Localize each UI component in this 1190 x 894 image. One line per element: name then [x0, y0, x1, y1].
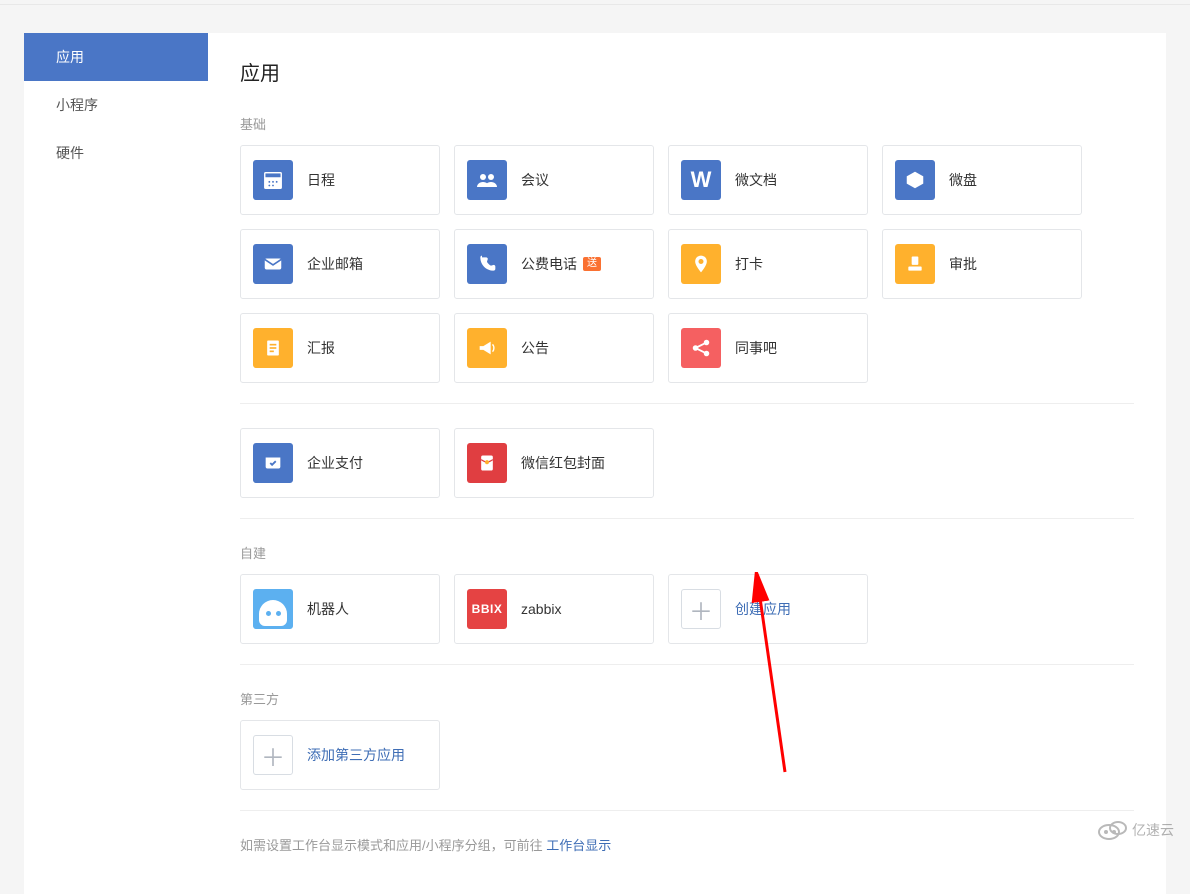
approval-icon — [895, 244, 935, 284]
app-report[interactable]: 汇报 — [240, 313, 440, 383]
workbench-display-link[interactable]: 工作台显示 — [546, 838, 611, 853]
phone-icon — [467, 244, 507, 284]
divider — [240, 810, 1134, 811]
divider — [240, 518, 1134, 519]
divider — [240, 664, 1134, 665]
wedrive-icon — [895, 160, 935, 200]
app-zabbix[interactable]: BBIX zabbix — [454, 574, 654, 644]
app-label: 汇报 — [307, 338, 335, 358]
app-label: 会议 — [521, 170, 549, 190]
main-panel: 应用 基础 日程 会议 W 微文档 — [208, 33, 1166, 894]
app-mail[interactable]: 企业邮箱 — [240, 229, 440, 299]
app-label: 企业支付 — [307, 453, 363, 473]
section-label-basic: 基础 — [240, 114, 1134, 133]
report-icon — [253, 328, 293, 368]
basic-apps-grid-2: 企业支付 微信红包封面 — [240, 428, 1134, 498]
sidebar-item-hardware[interactable]: 硬件 — [24, 129, 208, 177]
app-label: 微盘 — [949, 170, 977, 190]
app-label: 微信红包封面 — [521, 453, 605, 473]
zabbix-icon: BBIX — [467, 589, 507, 629]
custom-apps-grid: 机器人 BBIX zabbix ＋ 创建应用 — [240, 574, 1134, 644]
third-apps-grid: ＋ 添加第三方应用 — [240, 720, 1134, 790]
calendar-icon — [253, 160, 293, 200]
app-approval[interactable]: 审批 — [882, 229, 1082, 299]
plus-icon: ＋ — [681, 589, 721, 629]
pay-icon — [253, 443, 293, 483]
app-label: 企业邮箱 — [307, 254, 363, 274]
svg-text:亿速云: 亿速云 — [1132, 822, 1174, 838]
app-colleague[interactable]: 同事吧 — [668, 313, 868, 383]
sidebar-item-apps[interactable]: 应用 — [24, 33, 208, 81]
watermark: 亿速云 — [1092, 814, 1182, 847]
page-title: 应用 — [240, 57, 1134, 86]
create-app-label: 创建应用 — [735, 599, 791, 619]
divider — [240, 403, 1134, 404]
app-label: 公费电话 送 — [521, 254, 601, 274]
add-third-party-button[interactable]: ＋ 添加第三方应用 — [240, 720, 440, 790]
plus-icon: ＋ — [253, 735, 293, 775]
app-pay[interactable]: 企业支付 — [240, 428, 440, 498]
redpacket-icon — [467, 443, 507, 483]
basic-apps-grid: 日程 会议 W 微文档 微盘 — [240, 145, 1134, 383]
robot-icon — [253, 589, 293, 629]
app-checkin[interactable]: 打卡 — [668, 229, 868, 299]
app-announcement[interactable]: 公告 — [454, 313, 654, 383]
section-label-third: 第三方 — [240, 689, 1134, 708]
megaphone-icon — [467, 328, 507, 368]
app-label: 打卡 — [735, 254, 763, 274]
app-label: 日程 — [307, 170, 335, 190]
sidebar-item-miniprogram[interactable]: 小程序 — [24, 81, 208, 129]
section-label-custom: 自建 — [240, 543, 1134, 562]
footer-note: 如需设置工作台显示模式和应用/小程序分组，可前往 工作台显示 — [240, 835, 1134, 854]
wedoc-icon: W — [681, 160, 721, 200]
meeting-icon — [467, 160, 507, 200]
badge-send: 送 — [583, 257, 601, 271]
checkin-icon — [681, 244, 721, 284]
app-label: 审批 — [949, 254, 977, 274]
app-redpacket[interactable]: 微信红包封面 — [454, 428, 654, 498]
app-label: 机器人 — [307, 599, 349, 619]
mail-icon — [253, 244, 293, 284]
app-phone[interactable]: 公费电话 送 — [454, 229, 654, 299]
app-wedrive[interactable]: 微盘 — [882, 145, 1082, 215]
app-label: 同事吧 — [735, 338, 777, 358]
create-app-button[interactable]: ＋ 创建应用 — [668, 574, 868, 644]
app-calendar[interactable]: 日程 — [240, 145, 440, 215]
share-icon — [681, 328, 721, 368]
app-meeting[interactable]: 会议 — [454, 145, 654, 215]
add-third-party-label: 添加第三方应用 — [307, 745, 405, 765]
app-label: zabbix — [521, 601, 561, 617]
sidebar: 应用 小程序 硬件 — [24, 33, 208, 894]
app-wedoc[interactable]: W 微文档 — [668, 145, 868, 215]
app-label: 微文档 — [735, 170, 777, 190]
app-robot[interactable]: 机器人 — [240, 574, 440, 644]
app-label: 公告 — [521, 338, 549, 358]
